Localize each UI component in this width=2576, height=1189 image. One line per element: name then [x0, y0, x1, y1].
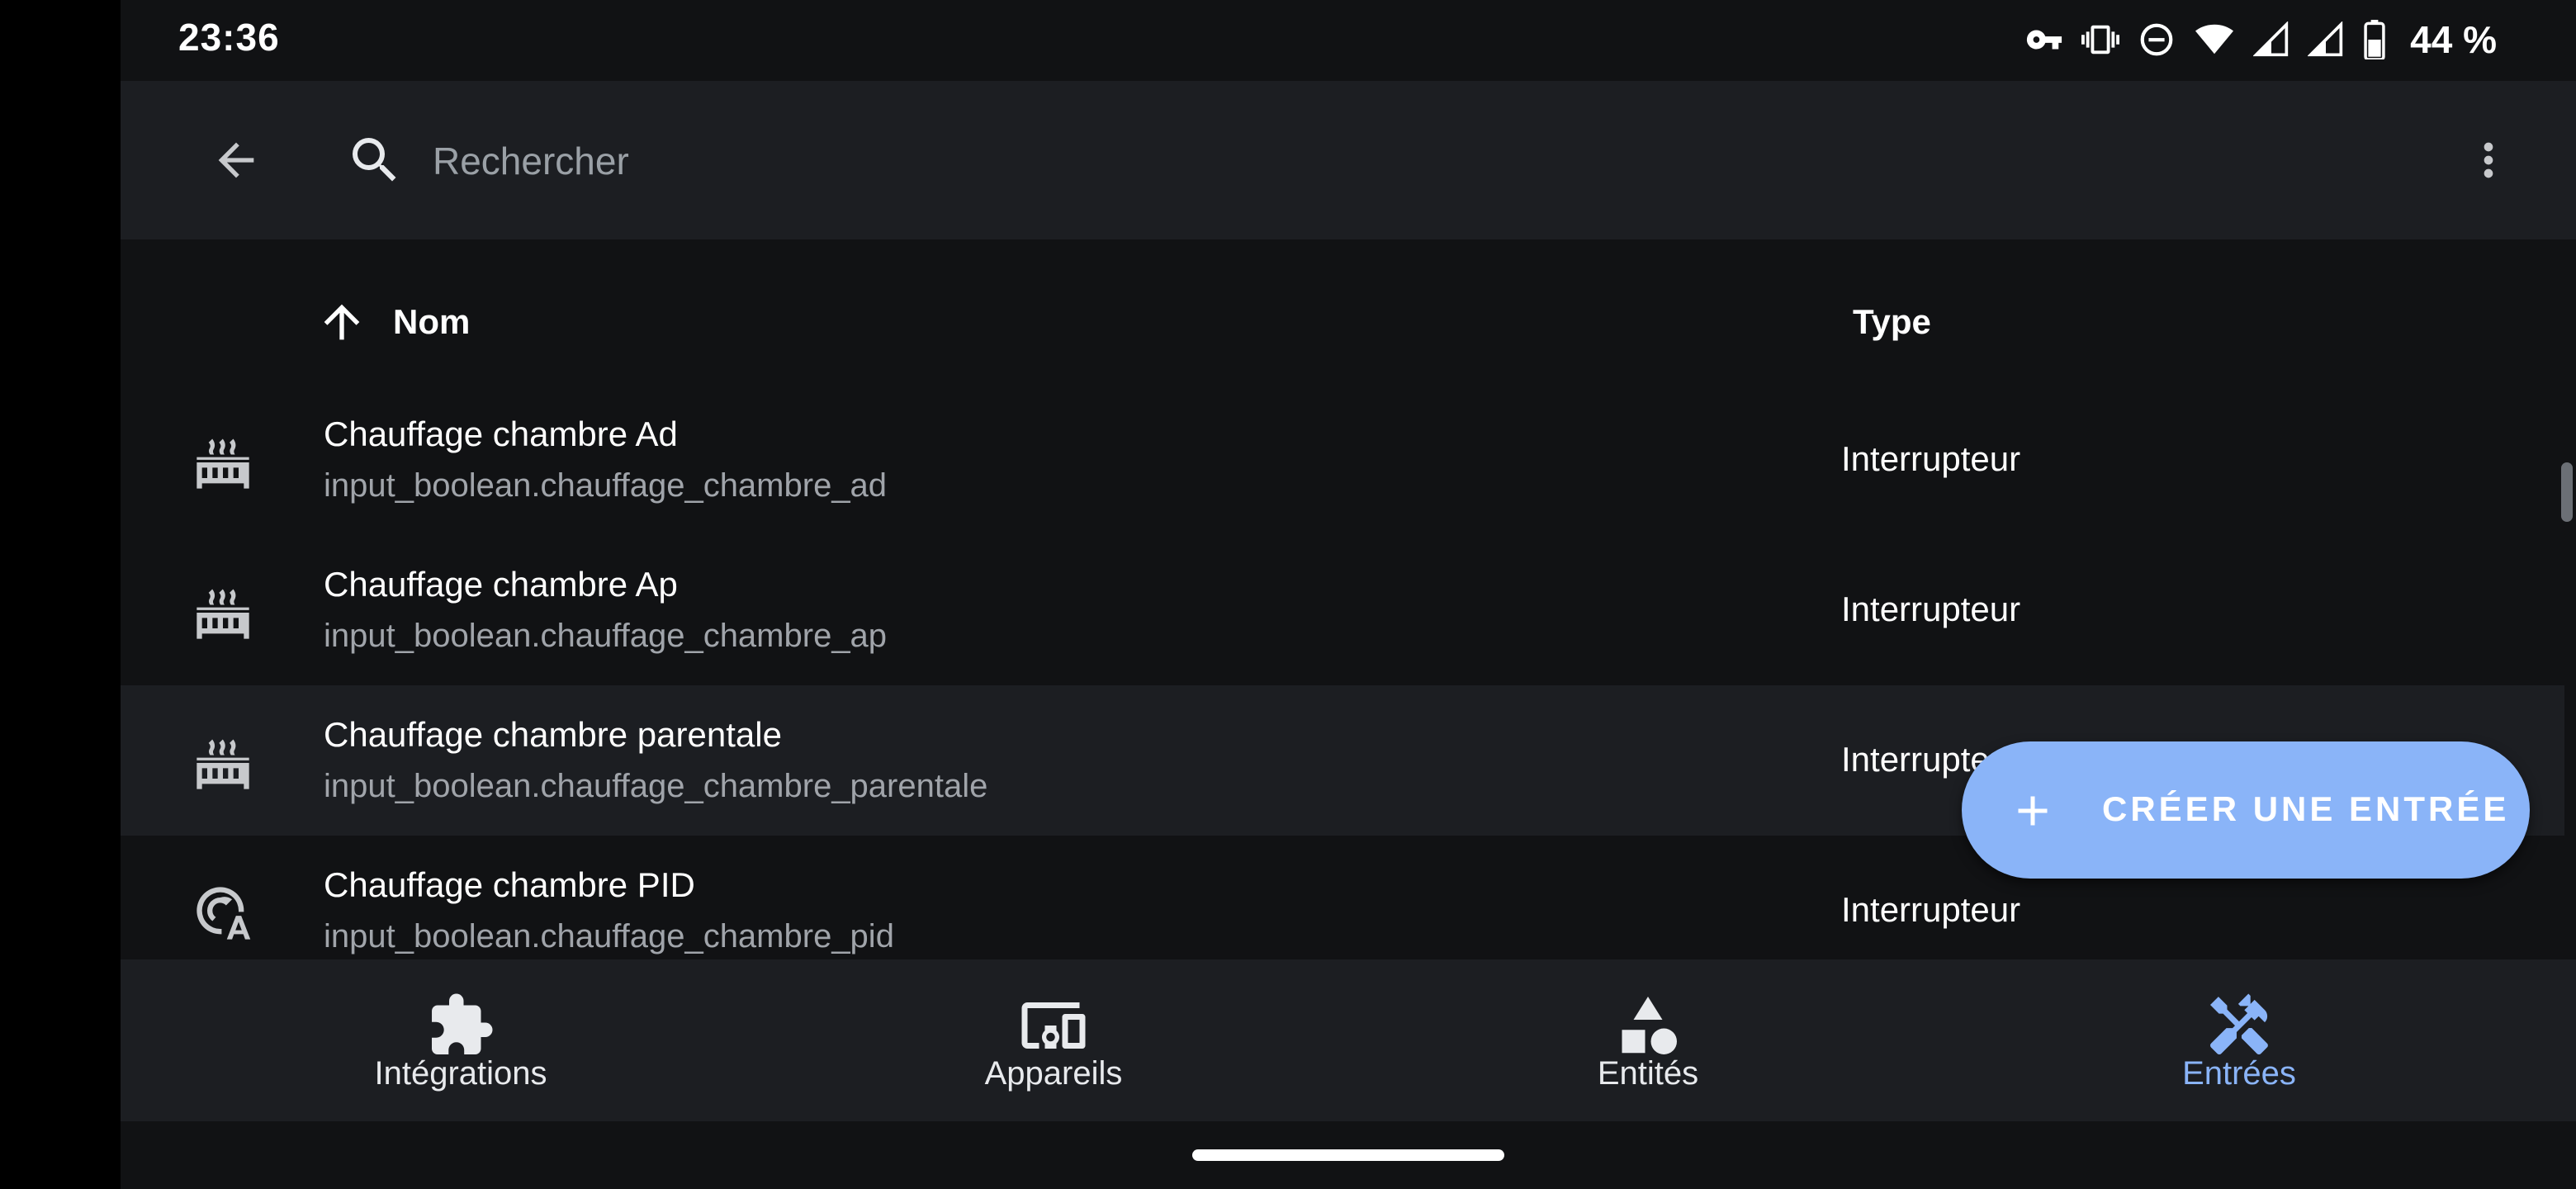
- more-vert-icon: [2484, 142, 2493, 178]
- entry-name: Chauffage chambre Ad: [324, 414, 678, 453]
- nav-item-entities[interactable]: Entités: [1442, 959, 1854, 1121]
- search-icon: [337, 122, 413, 198]
- back-button[interactable]: [195, 119, 277, 201]
- nav-item-integrations[interactable]: Intégrations: [254, 959, 667, 1121]
- nav-item-devices[interactable]: Appareils: [847, 959, 1260, 1121]
- app-screen: 23:36 44 % Rechercher Nom Type Chauffage…: [121, 0, 2576, 1189]
- signal-icon: [2253, 21, 2290, 58]
- arrow-up-icon[interactable]: [315, 296, 368, 348]
- status-icons: 44 %: [2025, 17, 2497, 63]
- vibrate-icon: [2081, 21, 2120, 59]
- table-row[interactable]: Chauffage chambre Ap input_boolean.chauf…: [121, 535, 2564, 685]
- radiator-icon: [197, 438, 249, 489]
- radiator-icon: [197, 739, 249, 789]
- entry-entity-id: input_boolean.chauffage_chambre_parental…: [324, 768, 988, 804]
- create-entry-label: CRÉER UNE ENTRÉE: [2102, 789, 2510, 828]
- search-input[interactable]: [431, 127, 2333, 195]
- more-options-button[interactable]: [2447, 119, 2530, 201]
- top-app-bar: [121, 81, 2576, 239]
- bottom-navigation: Intégrations Appareils Entités Entrées: [121, 959, 2576, 1121]
- gesture-handle[interactable]: [1192, 1149, 1504, 1161]
- battery-percent: 44 %: [2410, 18, 2497, 61]
- entry-entity-id: input_boolean.chauffage_chambre_ap: [324, 618, 888, 654]
- entry-type: Interrupteur: [1841, 590, 2021, 628]
- nav-label: Entités: [1597, 1055, 1699, 1092]
- nav-label: Entrées: [2182, 1055, 2296, 1092]
- entry-type: Interrupteur: [1841, 890, 2021, 929]
- puzzle-icon: [432, 993, 493, 1054]
- signal-icon-2: [2308, 21, 2344, 58]
- entries-list: Chauffage chambre Ad input_boolean.chauf…: [121, 385, 2564, 986]
- wifi-icon: [2194, 21, 2235, 59]
- entry-name: Chauffage chambre PID: [324, 865, 695, 904]
- radiator-icon: [197, 589, 249, 639]
- battery-icon: [2362, 20, 2387, 59]
- status-time: 23:36: [178, 16, 280, 59]
- shapes-icon: [1622, 997, 1677, 1054]
- scrollbar[interactable]: [2561, 462, 2573, 522]
- entry-type: Interrupteur: [1841, 439, 2021, 478]
- entry-entity-id: input_boolean.chauffage_chambre_pid: [324, 918, 894, 955]
- nav-item-inputs[interactable]: Entrées: [2033, 959, 2446, 1121]
- thermostat-auto-icon: [197, 887, 251, 940]
- status-bar: 23:36 44 %: [121, 0, 2576, 81]
- column-header-type[interactable]: Type: [1853, 302, 1931, 342]
- create-entry-button[interactable]: CRÉER UNE ENTRÉE: [1962, 741, 2530, 879]
- table-header: Nom Type: [121, 281, 2576, 363]
- nav-label: Intégrations: [374, 1055, 547, 1092]
- nav-label: Appareils: [984, 1055, 1123, 1092]
- table-row[interactable]: Chauffage chambre Ad input_boolean.chauf…: [121, 385, 2564, 535]
- do-not-disturb-icon: [2138, 21, 2176, 59]
- devices-icon: [1021, 1002, 1086, 1049]
- column-header-name[interactable]: Nom: [393, 302, 470, 342]
- entry-entity-id: input_boolean.chauffage_chambre_ad: [324, 467, 888, 504]
- tools-icon: [2210, 993, 2268, 1055]
- entry-name: Chauffage chambre parentale: [324, 715, 782, 754]
- entry-name: Chauffage chambre Ap: [324, 565, 678, 604]
- vpn-key-icon: [2025, 21, 2063, 59]
- plus-icon: [2018, 796, 2048, 826]
- arrow-left-icon: [218, 142, 254, 178]
